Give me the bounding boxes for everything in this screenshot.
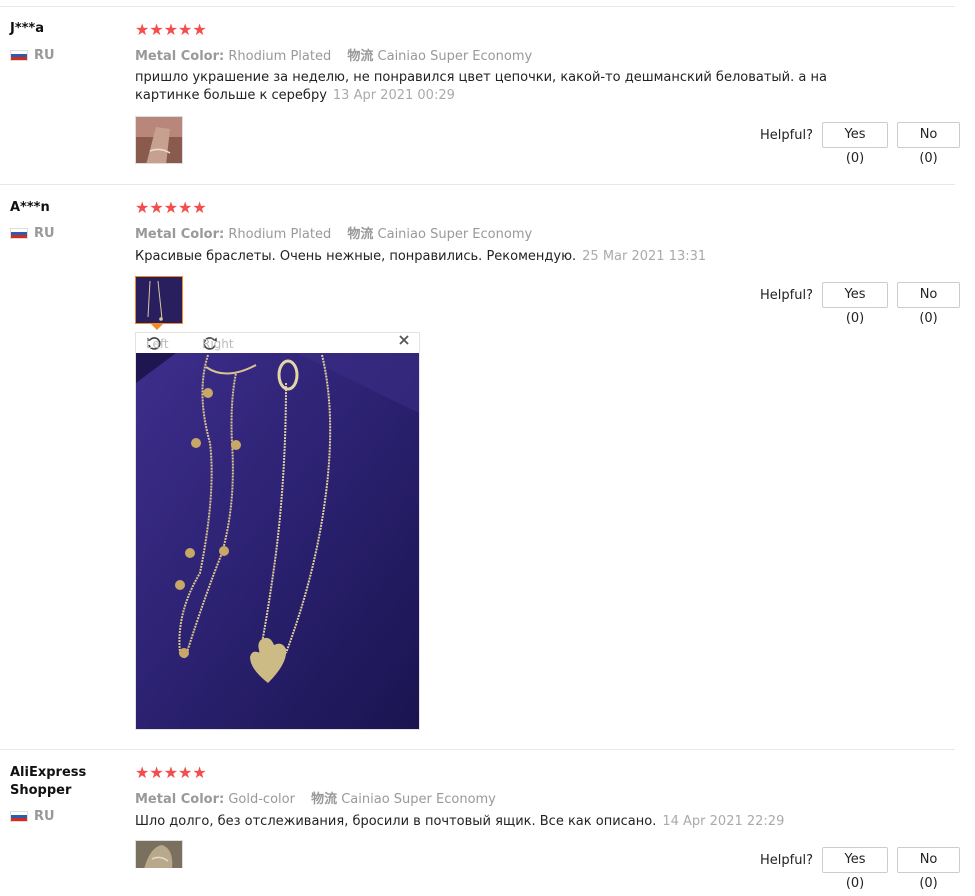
shipping-label: 物流 [347,49,374,64]
separator [0,749,955,750]
review-body: пришло украшение за неделю, не понравилс… [135,70,827,103]
country-code: RU [34,809,55,824]
reviewer-country: RU [10,226,55,241]
rotate-left-button[interactable]: Left [146,335,169,351]
shipping-label: 物流 [347,227,374,242]
star-rating: ★★★★★ [135,763,207,782]
helpful-yes-button[interactable]: Yes (0) [821,122,889,166]
helpful-vote: Helpful? Yes (0) No (0) [760,847,960,891]
helpful-yes-button[interactable]: Yes (0) [821,847,889,891]
metal-color-label: Metal Color: [135,49,225,64]
shipping-value: Cainiao Super Economy [377,227,533,242]
reviewer-country: RU [10,48,55,63]
photo-viewer: Left Right [135,332,420,730]
russia-flag-icon [10,228,28,239]
review-text: пришло украшение за неделю, не понравилс… [135,69,855,105]
photo-thumbnail-image [136,117,182,163]
helpful-vote: Helpful? Yes (0) No (0) [760,122,960,166]
reviewer-name: A***n [10,200,50,215]
rotate-right-label: Right [202,337,234,351]
review-body: Шло долго, без отслеживания, бросили в п… [135,814,657,829]
review-body: Красивые браслеты. Очень нежные, понрави… [135,249,577,264]
reviewer-name: J***a [10,21,45,36]
close-icon [399,335,409,345]
selected-thumbnail-pointer [151,324,163,330]
metal-color-value: Rhodium Plated [228,227,332,242]
photo-thumbnail-image [136,841,182,868]
review-photo-thumbnail[interactable] [135,116,183,164]
helpful-no-button[interactable]: No (0) [897,282,960,326]
metal-color-value: Gold-color [228,792,295,807]
review-date: 14 Apr 2021 22:29 [662,814,785,829]
shipping-value: Cainiao Super Economy [377,49,533,64]
review-text: Красивые браслеты. Очень нежные, понрави… [135,248,855,266]
country-code: RU [34,226,55,241]
shipping-label: 物流 [311,792,338,807]
review-photo-thumbnail[interactable] [135,276,183,324]
separator [0,184,955,185]
rotate-left-label: Left [146,337,169,351]
star-rating: ★★★★★ [135,20,207,39]
review-text: Шло долго, без отслеживания, бросили в п… [135,813,855,831]
helpful-label: Helpful? [760,127,813,143]
review-photo-large [136,353,419,729]
review-date: 25 Mar 2021 13:31 [582,249,707,264]
helpful-vote: Helpful? Yes (0) No (0) [760,282,960,326]
review-photo-thumbnail[interactable] [135,840,183,868]
helpful-yes-button[interactable]: Yes (0) [821,282,889,326]
metal-color-value: Rhodium Plated [228,49,332,64]
helpful-label: Helpful? [760,852,813,868]
metal-color-label: Metal Color: [135,792,225,807]
review-attributes: Metal Color: Rhodium Plated 物流 Cainiao S… [135,223,532,242]
photo-thumbnail-image [136,277,182,323]
close-viewer-button[interactable] [398,334,410,349]
metal-color-label: Metal Color: [135,227,225,242]
review-date: 13 Apr 2021 00:29 [332,88,455,103]
star-rating: ★★★★★ [135,198,207,217]
separator [0,6,955,7]
helpful-label: Helpful? [760,287,813,303]
russia-flag-icon [10,50,28,61]
review-attributes: Metal Color: Gold-color 物流 Cainiao Super… [135,788,496,807]
photo-viewer-toolbar: Left Right [136,333,419,353]
helpful-no-button[interactable]: No (0) [897,122,960,166]
russia-flag-icon [10,811,28,822]
helpful-no-button[interactable]: No (0) [897,847,960,891]
reviewer-country: RU [10,809,55,824]
country-code: RU [34,48,55,63]
review-attributes: Metal Color: Rhodium Plated 物流 Cainiao S… [135,45,532,64]
rotate-right-button[interactable]: Right [202,335,234,351]
shipping-value: Cainiao Super Economy [341,792,496,807]
reviewer-name: AliExpress Shopper [10,765,87,798]
